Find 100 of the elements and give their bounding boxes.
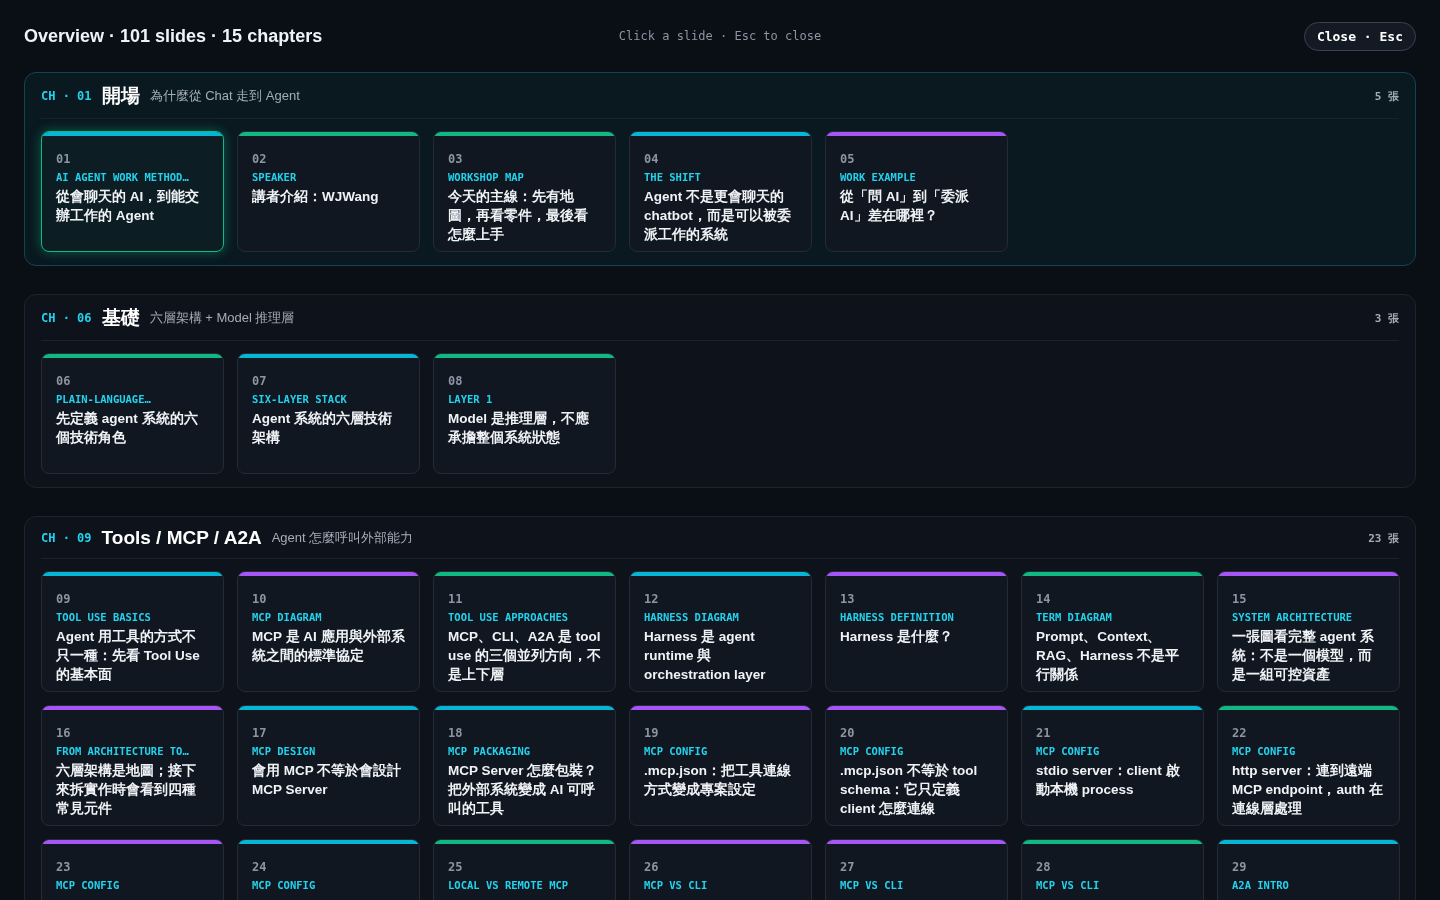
slide-tag: TOOL USE BASICS — [56, 611, 209, 623]
slide-title: Harness 是什麼？ — [840, 628, 955, 646]
slide-tag: MCP CONFIG — [1232, 745, 1385, 757]
slide-tag: TOOL USE APPROACHES — [448, 611, 601, 623]
slide-tag: MCP CONFIG — [644, 745, 797, 757]
slide-title: 會用 MCP 不等於會設計 MCP Server — [252, 762, 403, 799]
slide-card[interactable]: 18 MCP PACKAGING MCP Server 怎麼包裝？把外部系統變成 AI 可呼叫的工具 — [433, 705, 616, 826]
slide-title: 先定義 agent 系統的六個技術角色 — [56, 410, 199, 447]
slide-number: 17 — [252, 726, 268, 740]
slide-card[interactable]: 07 SIX-LAYER STACK Agent 系統的六層技術架構 — [237, 353, 420, 474]
slide-tag: SYSTEM ARCHITECTURE — [1232, 611, 1385, 623]
slide-card[interactable]: 05 WORK EXAMPLE 從「問 AI」到「委派 AI」差在哪裡？ — [825, 131, 1008, 252]
slide-card[interactable]: 11 TOOL USE APPROACHES MCP、CLI、A2A 是 tool use 的三個並列方向，不是上下層 — [433, 571, 616, 692]
slide-card[interactable]: 19 MCP CONFIG .mcp.json：把工具連線方式變成專案設定 — [629, 705, 812, 826]
slide-card[interactable]: 29 A2A INTRO — [1217, 839, 1400, 900]
slide-count: 5 張 — [1374, 88, 1399, 104]
slide-title: Agent 用工具的方式不只一種：先看 Tool Use 的基本面 — [56, 628, 201, 684]
slide-tag: A2A INTRO — [1232, 879, 1385, 891]
slide-number: 10 — [252, 592, 268, 606]
hint-text: Click a slide · Esc to close — [618, 29, 822, 43]
slide-title: 一張圖看完整 agent 系統：不是一個模型，而是一組可控資產 — [1232, 628, 1375, 684]
slide-card[interactable]: 12 HARNESS DIAGRAM Harness 是 agent runtime 與 orchestration layer — [629, 571, 812, 692]
slide-tag: LOCAL VS REMOTE MCP — [448, 879, 601, 891]
slide-card[interactable]: 10 MCP DIAGRAM MCP 是 AI 應用與外部系統之間的標準協定 — [237, 571, 420, 692]
slide-title: MCP、CLI、A2A 是 tool use 的三個並列方向，不是上下層 — [448, 628, 601, 684]
slide-card[interactable]: 13 HARNESS DEFINITION Harness 是什麼？ — [825, 571, 1008, 692]
slide-number: 15 — [1232, 592, 1248, 606]
slide-number: 20 — [840, 726, 856, 740]
slide-card[interactable]: 16 FROM ARCHITECTURE TO… 六層架構是地圖；接下來拆實作時會看到四種常見元件 — [41, 705, 224, 826]
slide-tag: MCP VS CLI — [840, 879, 993, 891]
slide-number: 14 — [1036, 592, 1052, 606]
slide-number: 18 — [448, 726, 464, 740]
slide-card[interactable]: 09 TOOL USE BASICS Agent 用工具的方式不只一種：先看 Tool Use 的基本面 — [41, 571, 224, 692]
slide-card[interactable]: 24 MCP CONFIG — [237, 839, 420, 900]
chapter-name: 基礎 — [101, 306, 140, 330]
slide-tag: MCP VS CLI — [644, 879, 797, 891]
slide-title: MCP Server 怎麼包裝？把外部系統變成 AI 可呼叫的工具 — [448, 762, 599, 818]
slide-card[interactable]: 08 LAYER 1 Model 是推理層，不應承擔整個系統狀態 — [433, 353, 616, 474]
slide-card[interactable]: 14 TERM DIAGRAM Prompt、Context、RAG、Harness 不是平行關係 — [1021, 571, 1204, 692]
slide-card[interactable]: 02 SPEAKER 講者介紹：WJWang — [237, 131, 420, 252]
slide-tag: HARNESS DEFINITION — [840, 611, 993, 623]
slide-card[interactable]: 23 MCP CONFIG — [41, 839, 224, 900]
slide-card[interactable]: 15 SYSTEM ARCHITECTURE 一張圖看完整 agent 系統：不是一個模型，而是一組可控資產 — [1217, 571, 1400, 692]
slide-number: 29 — [1232, 860, 1248, 874]
chapter-subtitle: 為什麼從 Chat 走到 Agent — [149, 87, 301, 105]
slide-title: 從「問 AI」到「委派 AI」差在哪裡？ — [840, 188, 971, 225]
slide-number: 19 — [644, 726, 660, 740]
slide-tag: SPEAKER — [252, 171, 405, 183]
chapter-subtitle: Agent 怎麼呼叫外部能力 — [271, 529, 415, 547]
slide-card[interactable]: 06 PLAIN-LANGUAGE… 先定義 agent 系統的六個技術角色 — [41, 353, 224, 474]
slide-number: 21 — [1036, 726, 1052, 740]
slide-number: 16 — [56, 726, 72, 740]
slide-tag: MCP CONFIG — [1036, 745, 1189, 757]
slide-tag: MCP DIAGRAM — [252, 611, 405, 623]
slide-title: .mcp.json 不等於 tool schema：它只定義 client 怎麼連線 — [840, 762, 979, 818]
slide-card[interactable]: 21 MCP CONFIG stdio server：client 啟動本機 process — [1021, 705, 1204, 826]
slide-number: 05 — [840, 152, 856, 166]
slide-card[interactable]: 22 MCP CONFIG http server：連到遠端 MCP endpoint，auth 在連線層處理 — [1217, 705, 1400, 826]
chapter-subtitle: 六層架構 + Model 推理層 — [149, 309, 296, 327]
slide-card[interactable]: 25 LOCAL VS REMOTE MCP — [433, 839, 616, 900]
slide-tag: MCP CONFIG — [252, 879, 405, 891]
slide-tag: AI AGENT WORK METHOD… — [56, 171, 209, 183]
slide-tag: MCP DESIGN — [252, 745, 405, 757]
slide-card[interactable]: 04 THE SHIFT Agent 不是更會聊天的 chatbot，而是可以被委派工作的系統 — [629, 131, 812, 252]
slide-number: 02 — [252, 152, 268, 166]
slide-number: 01 — [56, 152, 72, 166]
slide-card[interactable]: 27 MCP VS CLI — [825, 839, 1008, 900]
slide-number: 08 — [448, 374, 464, 388]
slide-title: Prompt、Context、RAG、Harness 不是平行關係 — [1036, 628, 1181, 684]
slide-count: 23 張 — [1368, 530, 1399, 546]
slide-card[interactable]: 20 MCP CONFIG .mcp.json 不等於 tool schema：它只定義 client 怎麼連線 — [825, 705, 1008, 826]
slide-tag: WORKSHOP MAP — [448, 171, 601, 183]
slide-number: 07 — [252, 374, 268, 388]
slide-card[interactable]: 26 MCP VS CLI — [629, 839, 812, 900]
slide-card[interactable]: 01 AI AGENT WORK METHOD… 從會聊天的 AI，到能交辦工作的 Agent — [41, 131, 224, 252]
slide-title: Harness 是 agent runtime 與 orchestration layer — [644, 628, 767, 684]
chapter-name: Tools / MCP / A2A — [101, 527, 262, 549]
slide-card[interactable]: 28 MCP VS CLI — [1021, 839, 1204, 900]
slide-title: 講者介紹：WJWang — [252, 188, 380, 206]
slide-card[interactable]: 17 MCP DESIGN 會用 MCP 不等於會設計 MCP Server — [237, 705, 420, 826]
slide-number: 11 — [448, 592, 464, 606]
chapter-number: CH · 06 — [41, 311, 92, 325]
slide-title: stdio server：client 啟動本機 process — [1036, 762, 1181, 799]
slide-tag: MCP VS CLI — [1036, 879, 1189, 891]
slide-title: http server：連到遠端 MCP endpoint，auth 在連線層處理 — [1232, 762, 1384, 818]
close-button[interactable]: Close · Esc — [1303, 21, 1416, 51]
slide-number: 13 — [840, 592, 856, 606]
slide-number: 06 — [56, 374, 72, 388]
chapter-name: 開場 — [101, 84, 140, 108]
chapter-number: CH · 01 — [41, 89, 92, 103]
chapter-number: CH · 09 — [41, 531, 92, 545]
slide-title: Agent 系統的六層技術架構 — [252, 410, 393, 447]
slide-number: 24 — [252, 860, 268, 874]
slide-title: .mcp.json：把工具連線方式變成專案設定 — [644, 762, 792, 799]
slide-title: 今天的主線：先有地圖，再看零件，最後看怎麼上手 — [448, 188, 589, 244]
slide-tag: MCP CONFIG — [840, 745, 993, 757]
slide-number: 23 — [56, 860, 72, 874]
slide-tag: MCP CONFIG — [56, 879, 209, 891]
slide-card[interactable]: 03 WORKSHOP MAP 今天的主線：先有地圖，再看零件，最後看怎麼上手 — [433, 131, 616, 252]
slide-tag: TERM DIAGRAM — [1036, 611, 1189, 623]
